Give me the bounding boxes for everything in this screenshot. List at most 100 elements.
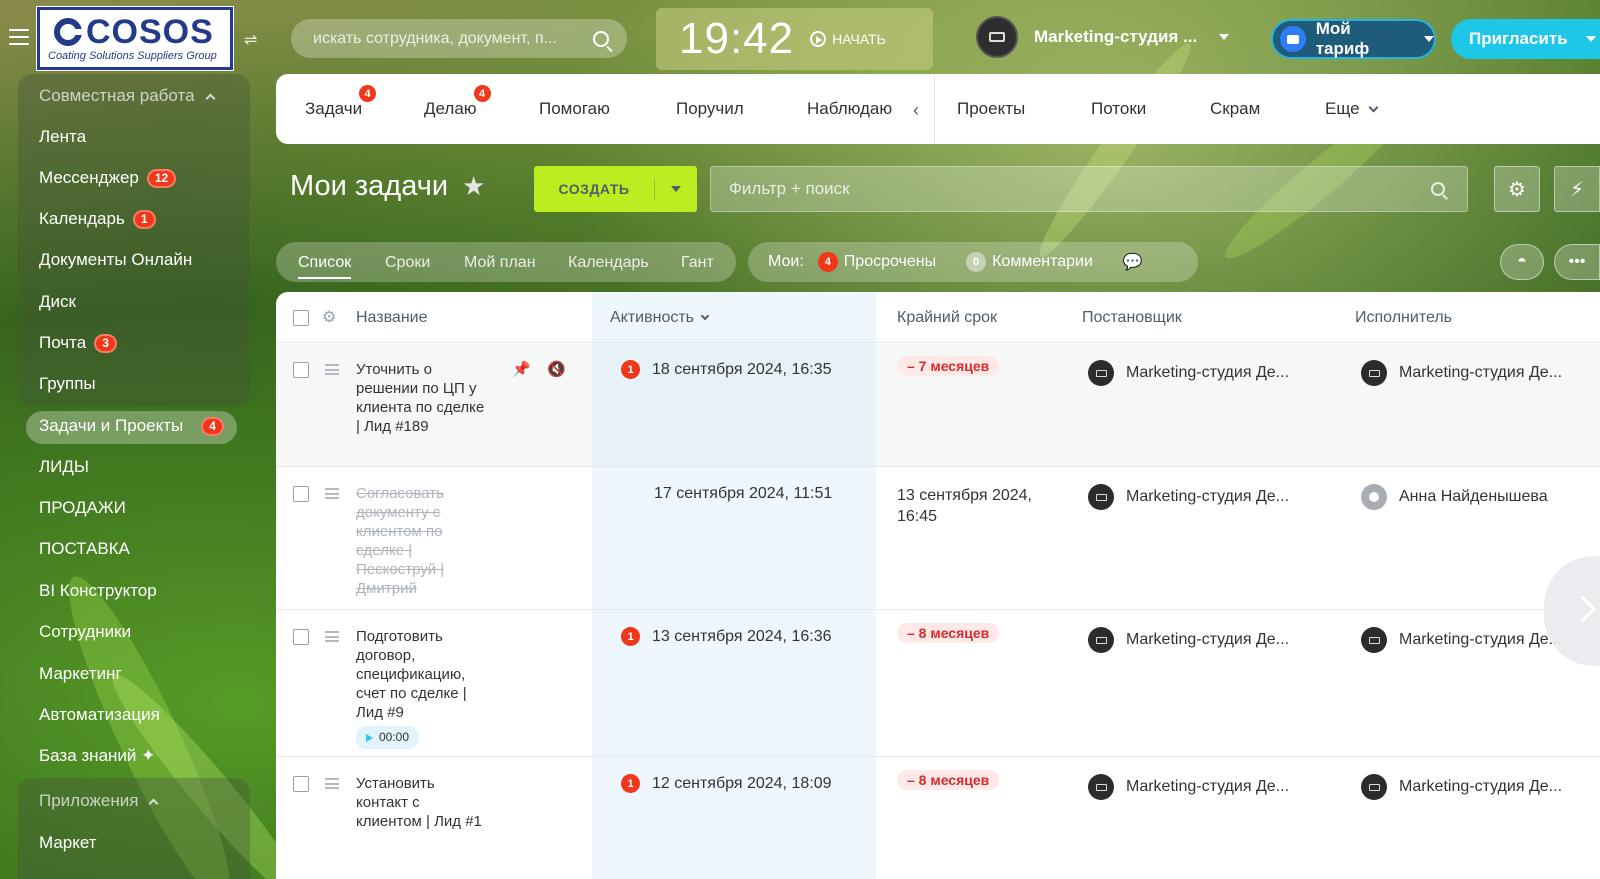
column-header-deadline[interactable]: Крайний срок [897, 309, 997, 327]
search-icon[interactable] [1431, 182, 1445, 196]
my-tariff-button[interactable]: Мой тариф [1271, 19, 1436, 59]
creator-cell[interactable]: Marketing-студия Де... [1088, 774, 1289, 800]
task-title[interactable]: Установить контакт с клиентом | Лид #1 [356, 774, 486, 831]
sidebar-group-header-collab[interactable]: Совместная работа [39, 86, 216, 106]
sidebar-item-calendar[interactable]: Календарь 1 [39, 209, 156, 229]
sidebar-item-sales[interactable]: ПРОДАЖИ [39, 498, 126, 518]
create-task-button[interactable]: СОЗДАТЬ [534, 166, 697, 212]
column-header-assignee[interactable]: Исполнитель [1355, 309, 1452, 327]
table-row[interactable]: Установить контакт с клиентом | Лид #1 1… [276, 758, 1600, 879]
table-row[interactable]: Подготовить договор, спецификацию, счет … [276, 611, 1600, 757]
assignee-cell[interactable]: Анна Найденышева [1361, 484, 1548, 510]
workday-widget[interactable]: 19:42 НАЧАТЬ [656, 8, 933, 70]
counters-bar: Мои: 4 Просрочены 0 Комментарии 💬 [748, 242, 1198, 282]
view-my-plan[interactable]: Мой план [464, 254, 536, 272]
deadline-cell[interactable]: 13 сентября 2024, 16:45 [897, 485, 1057, 527]
invite-button[interactable]: Пригласить [1451, 19, 1600, 59]
sidebar-item-docs-online[interactable]: Документы Онлайн [39, 250, 192, 270]
sidebar-item-market[interactable]: Маркет [39, 833, 97, 853]
table-row[interactable]: Согласовать документу с клиентом по сдел… [276, 468, 1600, 610]
tab-more[interactable]: Еще [1325, 99, 1379, 119]
creator-cell[interactable]: Marketing-студия Де... [1088, 484, 1289, 510]
tab-watching[interactable]: Наблюдаю [807, 99, 892, 119]
sidebar-item-disk[interactable]: Диск [39, 292, 76, 312]
clock: 19:42 [679, 14, 795, 63]
menu-hamburger-icon[interactable] [9, 29, 29, 45]
create-dropdown[interactable] [655, 186, 697, 192]
tab-flows[interactable]: Потоки [1091, 99, 1146, 119]
counter-comments[interactable]: 0 Комментарии [966, 252, 1093, 272]
task-title[interactable]: Согласовать документу с клиентом по сдел… [356, 484, 486, 598]
global-search[interactable] [291, 19, 627, 58]
star-icon[interactable]: ★ [462, 171, 485, 202]
task-title[interactable]: Уточнить о решении по ЦП у клиента по сд… [356, 360, 486, 436]
deadline-cell[interactable]: – 8 месяцев [897, 623, 1000, 643]
deadline-cell[interactable]: – 8 месяцев [897, 770, 1000, 790]
filter-search-input[interactable] [729, 179, 1431, 199]
automation-button[interactable]: ⚡ [1554, 166, 1600, 212]
sidebar-item-bi-builder[interactable]: BI Конструктор [39, 581, 157, 601]
sidebar-item-supply[interactable]: ПОСТАВКА [39, 539, 130, 559]
task-cell[interactable]: Подготовить договор, спецификацию, счет … [356, 627, 486, 749]
sidebar-item-knowledge-base[interactable]: База знаний ✦ [39, 746, 155, 766]
sidebar-item-feed[interactable]: Лента [39, 127, 86, 147]
company-selector[interactable]: Marketing-студия ... [976, 16, 1230, 58]
drag-handle-icon[interactable] [325, 631, 339, 642]
column-header-name[interactable]: Название [356, 309, 428, 327]
deadline-cell[interactable]: – 7 месяцев [897, 356, 1000, 376]
row-checkbox[interactable] [293, 776, 309, 792]
column-header-activity[interactable]: Активность [610, 309, 710, 327]
sliders-icon[interactable]: ⇌ [244, 30, 257, 50]
assignee-cell[interactable]: Marketing-студия Де... [1361, 627, 1562, 653]
start-workday-button[interactable]: НАЧАТЬ [810, 31, 886, 47]
task-timer[interactable]: 00:00 [356, 726, 420, 749]
tab-doing[interactable]: Делаю 4 [424, 85, 491, 119]
assignee-cell[interactable]: Marketing-студия Де... [1361, 774, 1562, 800]
sidebar-item-groups[interactable]: Группы [39, 374, 96, 394]
sidebar-item-tasks-projects[interactable]: Задачи и Проекты 4 [39, 416, 224, 436]
sidebar-item-employees[interactable]: Сотрудники [39, 622, 131, 642]
creator-cell[interactable]: Marketing-студия Де... [1088, 360, 1289, 386]
counter-overdue[interactable]: 4 Просрочены [817, 252, 936, 272]
sidebar-item-mail[interactable]: Почта 3 [39, 333, 117, 353]
view-gantt[interactable]: Гант [681, 254, 714, 272]
sidebar-item-automation[interactable]: Автоматизация [39, 705, 160, 725]
drag-handle-icon[interactable] [325, 364, 339, 375]
select-all-checkbox[interactable] [293, 310, 309, 326]
view-list[interactable]: Список [298, 254, 352, 279]
view-calendar[interactable]: Календарь [568, 254, 649, 272]
table-row[interactable]: Уточнить о решении по ЦП у клиента по сд… [276, 344, 1600, 467]
tab-helping[interactable]: Помогаю [539, 99, 610, 119]
tab-projects[interactable]: Проекты [957, 99, 1025, 119]
filter-search[interactable] [710, 166, 1468, 212]
chevron-down-icon [1219, 34, 1230, 40]
row-checkbox[interactable] [293, 486, 309, 502]
settings-button[interactable]: ⚙ [1494, 166, 1540, 212]
creator-cell[interactable]: Marketing-студия Де... [1088, 627, 1289, 653]
view-deadlines[interactable]: Сроки [385, 254, 430, 272]
sidebar-item-marketing[interactable]: Маркетинг [39, 664, 122, 684]
robot-button[interactable]: ◓ [1500, 244, 1544, 280]
tab-scrum[interactable]: Скрам [1210, 99, 1260, 119]
drag-handle-icon[interactable] [325, 488, 339, 499]
chevron-left-icon[interactable]: ‹ [913, 100, 919, 121]
sidebar-group-header-apps[interactable]: Приложения [39, 791, 159, 811]
search-icon[interactable] [593, 30, 609, 47]
row-checkbox[interactable] [293, 362, 309, 378]
tab-tasks[interactable]: Задачи 4 [305, 85, 377, 119]
assignee-cell[interactable]: Marketing-студия Де... [1361, 360, 1562, 386]
mute-icon[interactable]: 🔇 [547, 360, 566, 378]
pin-icon[interactable]: 📌 [512, 360, 531, 378]
company-logo[interactable]: COSOS Coating Solutions Suppliers Group [36, 6, 234, 71]
sidebar-item-leads[interactable]: ЛИДЫ [39, 457, 89, 477]
task-title[interactable]: Подготовить договор, спецификацию, счет … [356, 627, 486, 722]
sidebar-item-messenger[interactable]: Мессенджер 12 [39, 168, 177, 188]
drag-handle-icon[interactable] [325, 778, 339, 789]
tab-assigned[interactable]: Поручил [676, 99, 744, 119]
row-checkbox[interactable] [293, 629, 309, 645]
more-button[interactable]: ••• [1554, 244, 1600, 280]
read-all-icon[interactable]: 💬 [1123, 252, 1143, 272]
global-search-input[interactable] [313, 29, 593, 48]
column-settings-gear-icon[interactable]: ⚙ [322, 307, 336, 327]
column-header-creator[interactable]: Постановщик [1082, 309, 1182, 327]
